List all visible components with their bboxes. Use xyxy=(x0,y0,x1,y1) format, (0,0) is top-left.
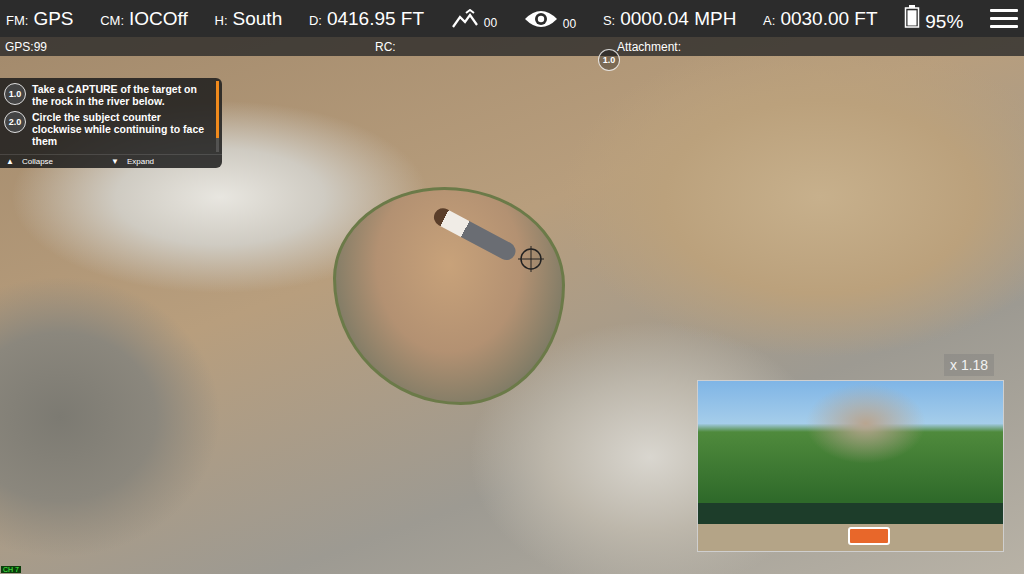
status-row: GPS:99RC:Attachment: xyxy=(0,37,1024,56)
status-item: Attachment: xyxy=(617,40,1019,54)
waypoint-marker: 1.0 xyxy=(598,49,620,71)
expand-button[interactable]: ▼Expand xyxy=(111,157,216,166)
battery-value: 95% xyxy=(925,11,963,33)
battery-readout: 95% xyxy=(904,4,963,33)
readout-value: 00 xyxy=(484,17,497,29)
icon-readout: 00 xyxy=(451,9,497,29)
telemetry-bar: FM: GPS CM: IOCOff H: South D: 0416.95 FT 00 00 S:… xyxy=(0,0,1024,37)
readout-value: 0000.04 MPH xyxy=(620,8,736,30)
eye-icon xyxy=(524,8,558,30)
readout-value: 0030.00 FT xyxy=(780,8,877,30)
readout-value: 0416.95 FT xyxy=(327,8,424,30)
readout-label: A: xyxy=(763,13,775,28)
task-number: 2.0 xyxy=(4,111,26,133)
battery-icon xyxy=(904,4,920,28)
drone-hud: FM: GPS CM: IOCOff H: South D: 0416.95 FT 00 00 S:… xyxy=(0,0,1024,574)
readout-label: D: xyxy=(309,13,322,28)
status-item: GPS:99 xyxy=(5,40,375,54)
telemetry-readout: CM: IOCOff xyxy=(100,8,188,30)
collapse-button[interactable]: ▲Collapse xyxy=(6,157,111,166)
readout-label: H: xyxy=(215,13,228,28)
scrollbar[interactable] xyxy=(216,81,219,152)
menu-icon[interactable] xyxy=(990,9,1018,28)
task-text: Take a CAPTURE of the target on the rock… xyxy=(32,83,212,107)
readout-label: CM: xyxy=(100,13,124,28)
readout-value: South xyxy=(233,8,283,30)
telemetry-readout: A: 0030.00 FT xyxy=(763,8,877,30)
task-list: 1.0 Take a CAPTURE of the target on the r… xyxy=(0,78,216,154)
readout-label: S: xyxy=(603,13,615,28)
readout-value: 00 xyxy=(563,18,576,30)
task-row: 2.0 Circle the subject counter clockwise … xyxy=(4,111,212,147)
mission-panel: 1.0 Take a CAPTURE of the target on the r… xyxy=(0,78,222,168)
readout-label: FM: xyxy=(6,13,28,28)
landing-pad xyxy=(848,527,890,545)
camera-view: GPS:99RC:Attachment:1.01.0Take a CAPTURE… xyxy=(0,37,1024,574)
terrain-icon xyxy=(451,9,479,29)
task-area: 1.0 Take a CAPTURE of the target on the r… xyxy=(0,78,222,154)
menu-bar xyxy=(990,9,1018,12)
status-item: RC: xyxy=(375,40,617,54)
menu-bar xyxy=(990,25,1018,28)
readout-value: GPS xyxy=(33,8,73,30)
telemetry-readout: H: South xyxy=(215,8,283,30)
telemetry-readout: S: 0000.04 MPH xyxy=(603,8,736,30)
task-number: 1.0 xyxy=(4,83,26,105)
panel-footer: ▲Collapse▼Expand xyxy=(0,154,222,168)
icon-readout: 00 xyxy=(524,8,576,30)
camera-inset xyxy=(697,380,1004,552)
telemetry-readout: FM: GPS xyxy=(6,8,74,30)
telemetry-readout: D: 0416.95 FT xyxy=(309,8,424,30)
readout-value: IOCOff xyxy=(129,8,188,30)
task-text: Circle the subject counter clockwise whi… xyxy=(32,111,212,147)
zoom-label: x 1.18 xyxy=(944,354,994,376)
channel-label: CH 7 xyxy=(1,566,21,573)
reticle-icon xyxy=(518,246,544,272)
scroll-thumb[interactable] xyxy=(216,81,219,138)
task-row: 1.0 Take a CAPTURE of the target on the r… xyxy=(4,83,212,107)
menu-bar xyxy=(990,17,1018,20)
